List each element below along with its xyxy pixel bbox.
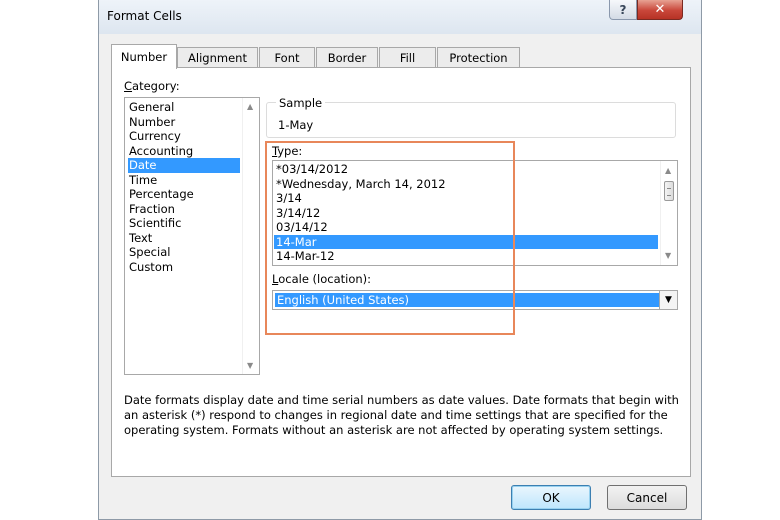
category-item-text[interactable]: Text: [128, 231, 240, 246]
cancel-button[interactable]: Cancel: [607, 485, 687, 510]
help-icon: ?: [619, 2, 627, 17]
category-item-currency[interactable]: Currency: [128, 129, 240, 144]
category-item-scientific[interactable]: Scientific: [128, 216, 240, 231]
close-button[interactable]: ✕: [637, 0, 683, 20]
category-item-date[interactable]: Date: [128, 158, 240, 173]
window-title: Format Cells: [107, 9, 182, 23]
ok-button[interactable]: OK: [511, 485, 591, 510]
category-item-number[interactable]: Number: [128, 115, 240, 130]
type-item[interactable]: 03/14/12: [274, 220, 658, 235]
chevron-down-icon: ▼: [665, 295, 672, 305]
type-item[interactable]: *Wednesday, March 14, 2012: [274, 177, 658, 192]
title-bar[interactable]: Format Cells ? ✕: [99, 0, 701, 34]
category-item-accounting[interactable]: Accounting: [128, 144, 240, 159]
locale-dropdown[interactable]: English (United States) ▼: [272, 290, 678, 310]
category-label: Category:: [124, 79, 180, 93]
close-icon: ✕: [654, 2, 666, 17]
locale-label: Locale (location):: [272, 272, 372, 286]
type-item[interactable]: 3/14/12: [274, 206, 658, 221]
sample-label: Sample: [276, 96, 326, 110]
scroll-up-icon[interactable]: ▲: [665, 166, 671, 175]
type-item[interactable]: *03/14/2012: [274, 162, 658, 177]
format-cells-dialog: Format Cells ? ✕ Number Alignment Font B…: [98, 0, 702, 520]
category-scrollbar[interactable]: ▲ ▼: [242, 98, 259, 374]
type-label: Type:: [272, 144, 303, 158]
tab-number[interactable]: Number: [111, 44, 177, 69]
tab-fill[interactable]: Fill: [379, 47, 436, 68]
type-item[interactable]: 14-Mar-12: [274, 249, 658, 264]
type-item[interactable]: 3/14: [274, 191, 658, 206]
category-item-custom[interactable]: Custom: [128, 260, 240, 275]
format-description: Date formats display date and time seria…: [124, 393, 679, 437]
sample-value: 1-May: [278, 118, 314, 132]
locale-value: English (United States): [275, 293, 659, 307]
category-item-fraction[interactable]: Fraction: [128, 202, 240, 217]
scroll-thumb[interactable]: [664, 181, 674, 201]
tab-protection[interactable]: Protection: [437, 47, 520, 68]
type-item-selected[interactable]: 14-Mar: [274, 234, 658, 249]
tab-font[interactable]: Font: [259, 47, 315, 68]
help-button[interactable]: ?: [609, 0, 637, 20]
category-list[interactable]: General Number Currency Accounting Date …: [124, 97, 260, 375]
tab-alignment[interactable]: Alignment: [177, 47, 258, 68]
category-item-time[interactable]: Time: [128, 173, 240, 188]
sample-groupbox: [266, 102, 676, 138]
category-item-general[interactable]: General: [128, 100, 240, 115]
scroll-down-icon[interactable]: ▼: [247, 361, 253, 370]
tab-border[interactable]: Border: [316, 47, 378, 68]
number-tab-panel: Category: General Number Currency Accoun…: [111, 67, 691, 477]
type-list[interactable]: *03/14/2012 *Wednesday, March 14, 2012 3…: [272, 160, 678, 266]
category-item-special[interactable]: Special: [128, 245, 240, 260]
type-scrollbar[interactable]: ▲ ▼: [660, 161, 677, 265]
category-item-percentage[interactable]: Percentage: [128, 187, 240, 202]
dropdown-button[interactable]: ▼: [659, 291, 677, 309]
scroll-down-icon[interactable]: ▼: [665, 251, 671, 260]
scroll-up-icon[interactable]: ▲: [247, 102, 253, 111]
